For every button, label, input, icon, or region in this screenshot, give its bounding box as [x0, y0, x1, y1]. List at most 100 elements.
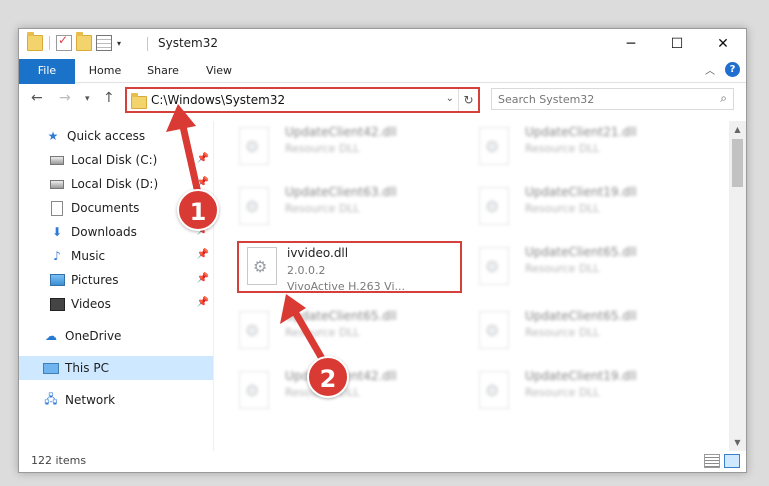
tab-share[interactable]: Share [141, 59, 185, 83]
dll-file-icon [479, 127, 509, 165]
quick-access-toolbar: ▾ [27, 32, 121, 51]
details-view-icon[interactable] [704, 454, 720, 468]
properties-check-icon[interactable] [56, 33, 72, 51]
network-icon: 🖧 [44, 391, 58, 406]
view-switcher [704, 454, 740, 468]
file-name: UpdateClient65.dll [525, 245, 637, 259]
sidebar-item-music[interactable]: ♪ Music 📌 [19, 244, 213, 268]
customize-toolbar-icon[interactable] [96, 35, 112, 51]
sidebar-item-pictures[interactable]: Pictures 📌 [19, 268, 213, 292]
file-description: Resource DLL [525, 262, 600, 275]
videos-icon [49, 296, 65, 312]
file-name: UpdateClient65.dll [525, 309, 637, 323]
sidebar-item-label: This PC [65, 361, 109, 375]
file-item[interactable]: UpdateClient65.dll Resource DLL [459, 305, 684, 357]
forward-arrow-icon[interactable]: → [59, 90, 71, 106]
status-bar: 122 items [19, 451, 746, 472]
sidebar-item-network[interactable]: 🖧 Network [19, 388, 213, 412]
sidebar-item-label: Local Disk (D:) [71, 177, 159, 191]
step-1-badge: 1 [177, 189, 219, 231]
sidebar-item-quick-access[interactable]: ★ Quick access [19, 124, 213, 148]
chevron-down-icon[interactable]: ⌄ [446, 93, 454, 104]
up-arrow-icon[interactable]: ↑ [103, 90, 115, 106]
step-2-badge: 2 [307, 356, 349, 398]
sidebar-item-label: Network [65, 393, 116, 407]
address-path[interactable]: C:\Windows\System32 [151, 93, 285, 107]
sidebar-item-this-pc[interactable]: This PC [19, 356, 213, 380]
pin-icon: 📌 [196, 153, 209, 164]
chevron-down-icon[interactable]: ▾ [117, 39, 121, 48]
file-item[interactable]: UpdateClient19.dll Resource DLL [459, 365, 684, 417]
title-divider [147, 37, 148, 51]
sidebar-item-local-disk-c[interactable]: Local Disk (C:) 📌 [19, 148, 213, 172]
dll-file-icon [479, 247, 509, 285]
file-name: UpdateClient42.dll [285, 125, 397, 139]
sidebar-item-label: Documents [71, 201, 140, 215]
file-item[interactable]: UpdateClient65.dll Resource DLL [219, 305, 444, 357]
address-bar[interactable]: C:\Windows\System32 ⌄ ↻ [125, 87, 480, 113]
dll-file-icon [239, 127, 269, 165]
ribbon-tabs: File Home Share View ︿ ? [19, 59, 746, 111]
title-bar: ▾ System32 ─ ☐ ✕ [19, 29, 746, 59]
dll-file-icon [239, 187, 269, 225]
cloud-icon: ☁ [45, 329, 57, 343]
file-item[interactable]: UpdateClient42.dll Resource DLL [219, 121, 444, 173]
maximize-button[interactable]: ☐ [654, 29, 700, 59]
collapse-ribbon-icon[interactable]: ︿ [705, 62, 715, 77]
download-icon: ⬇ [51, 225, 63, 239]
music-icon: ♪ [53, 249, 61, 263]
file-item[interactable]: UpdateClient19.dll Resource DLL [459, 181, 684, 233]
item-count: 122 items [31, 454, 87, 467]
sidebar-item-label: Local Disk (C:) [71, 153, 158, 167]
file-item[interactable]: UpdateClient21.dll Resource DLL [459, 121, 684, 173]
sidebar-item-label: Music [71, 249, 106, 263]
sidebar-item-label: Videos [71, 297, 111, 311]
folder-icon [27, 32, 43, 51]
recent-locations-icon[interactable]: ▾ [85, 94, 90, 104]
sidebar-item-label: OneDrive [65, 329, 122, 343]
sidebar-item-label: Pictures [71, 273, 119, 287]
pane-divider [213, 121, 214, 451]
scroll-up-icon[interactable]: ▲ [729, 121, 746, 138]
file-name: UpdateClient19.dll [525, 185, 637, 199]
file-item-ivvideo[interactable]: ivvideo.dll 2.0.0.2 VivoActive H.263 Vi.… [237, 241, 462, 293]
vertical-scrollbar[interactable]: ▲ ▼ [729, 121, 746, 451]
file-item[interactable]: UpdateClient65.dll Resource DLL [459, 241, 684, 293]
file-description: Resource DLL [525, 202, 600, 215]
file-description: Resource DLL [285, 202, 360, 215]
document-icon [49, 200, 65, 216]
scrollbar-thumb[interactable] [732, 139, 743, 187]
file-item[interactable]: UpdateClient63.dll Resource DLL [219, 181, 444, 233]
dll-file-icon [247, 247, 277, 285]
pc-icon [43, 360, 59, 376]
search-box[interactable]: ⌕ [491, 88, 734, 110]
tab-home[interactable]: Home [83, 59, 127, 83]
refresh-icon[interactable]: ↻ [458, 89, 478, 111]
dll-file-icon [239, 311, 269, 349]
file-description: Resource DLL [285, 142, 360, 155]
sidebar-item-videos[interactable]: Videos 📌 [19, 292, 213, 316]
navigation-bar: ← → ▾ ↑ C:\Windows\System32 ⌄ ↻ ⌕ [19, 84, 746, 116]
dll-file-icon [479, 311, 509, 349]
close-button[interactable]: ✕ [700, 29, 746, 59]
window-title: System32 [158, 36, 219, 50]
pin-icon: 📌 [196, 177, 209, 188]
large-icons-view-icon[interactable] [724, 454, 740, 468]
search-input[interactable] [498, 91, 698, 107]
scroll-down-icon[interactable]: ▼ [729, 434, 746, 451]
search-icon[interactable]: ⌕ [720, 91, 727, 106]
file-description: Resource DLL [525, 386, 600, 399]
sidebar-item-onedrive[interactable]: ☁ OneDrive [19, 324, 213, 348]
sidebar-item-local-disk-d[interactable]: Local Disk (D:) 📌 [19, 172, 213, 196]
help-icon[interactable]: ? [725, 62, 740, 77]
file-list: UpdateClient42.dll Resource DLL UpdateCl… [219, 121, 731, 451]
tab-view[interactable]: View [199, 59, 239, 83]
dll-file-icon [479, 187, 509, 225]
pin-icon: 📌 [196, 249, 209, 260]
disk-icon [49, 152, 65, 168]
back-arrow-icon[interactable]: ← [31, 90, 43, 106]
minimize-button[interactable]: ─ [608, 29, 654, 59]
star-icon: ★ [47, 129, 59, 143]
dll-file-icon [479, 371, 509, 409]
new-folder-icon[interactable] [76, 32, 92, 51]
